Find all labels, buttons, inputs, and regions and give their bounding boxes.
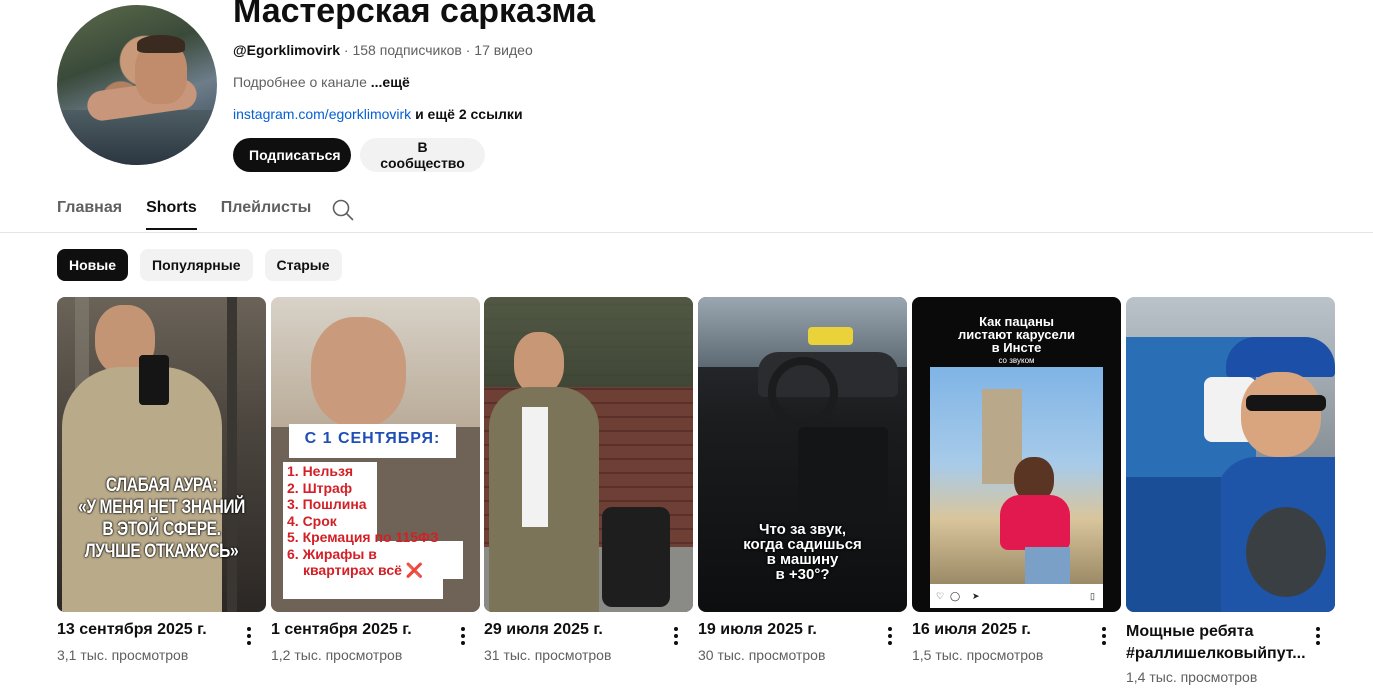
heart-icon: ♡	[936, 591, 945, 601]
short-thumbnail[interactable]: Как пацаны листают карусели в Инсте со з…	[912, 297, 1121, 612]
short-title[interactable]: 19 июля 2025 г.	[698, 621, 817, 639]
overlay-line: квартирах всё ❌	[303, 562, 424, 578]
short-title[interactable]: 16 июля 2025 г.	[912, 621, 1031, 639]
more-links[interactable]: и ещё 2 ссылки	[415, 106, 522, 122]
overlay-line: В ЭТОЙ СФЕРЕ.	[102, 519, 221, 540]
overlay-line: «У МЕНЯ НЕТ ЗНАНИЙ	[78, 497, 245, 518]
chip-oldest[interactable]: Старые	[264, 249, 342, 281]
overlay-line: СЛАБАЯ АУРА:	[105, 475, 218, 496]
more-vert-icon[interactable]	[455, 627, 471, 647]
avatar-hair	[137, 35, 185, 53]
overlay-subtitle: со звуком	[998, 356, 1035, 365]
sort-chips: Новые Популярные Старые	[57, 249, 342, 281]
short-views: 1,4 тыс. просмотров	[1126, 669, 1258, 685]
short-views: 3,1 тыс. просмотров	[57, 647, 189, 663]
short-thumbnail[interactable]	[484, 297, 693, 612]
meta-separator: ·	[343, 42, 349, 58]
overlay-line: в Инсте	[991, 340, 1042, 355]
overlay-line: 3. Пошлина	[287, 496, 367, 512]
overlay-line: когда садишься	[743, 536, 862, 553]
short-thumbnail[interactable]: С 1 СЕНТЯБРЯ: 1. Нельзя 2. Штраф 3. Пошл…	[271, 297, 480, 612]
overlay-line: 6. Жирафы в	[287, 545, 377, 562]
overlay-line: 4. Срок	[287, 512, 337, 529]
tab-home[interactable]: Главная	[57, 194, 122, 230]
about-more-link[interactable]: ...ещё	[371, 74, 410, 90]
chip-newest[interactable]: Новые	[57, 249, 129, 281]
more-vert-icon[interactable]	[668, 627, 684, 647]
overlay-line: 1. Нельзя	[287, 463, 354, 479]
short-card: 29 июля 2025 г. 31 тыс. просмотров	[484, 297, 693, 663]
instagram-link[interactable]: instagram.com/egorklimovirk	[233, 106, 411, 122]
channel-links: instagram.com/egorklimovirk и ещё 2 ссыл…	[233, 106, 523, 122]
short-title-line: #раллишелковыйпут...	[1126, 645, 1306, 662]
more-vert-icon[interactable]	[1310, 627, 1326, 647]
avatar-water	[57, 110, 217, 165]
overlay-line: в машину	[766, 551, 839, 568]
short-card: Как пацаны листают карусели в Инсте со з…	[912, 297, 1121, 663]
tabs-divider	[0, 232, 1373, 233]
short-views: 1,2 тыс. просмотров	[271, 647, 403, 663]
short-views: 31 тыс. просмотров	[484, 647, 612, 663]
channel-about[interactable]: Подробнее о канале ...ещё	[233, 74, 410, 90]
short-card: С 1 СЕНТЯБРЯ: 1. Нельзя 2. Штраф 3. Пошл…	[271, 297, 480, 663]
channel-tabs: Главная Shorts Плейлисты	[57, 194, 335, 232]
short-views: 30 тыс. просмотров	[698, 647, 826, 663]
overlay-line: Что за звук,	[758, 521, 847, 538]
short-card: Что за звук, когда садишься в машину в +…	[698, 297, 907, 663]
short-title-line: Мощные ребята	[1126, 623, 1254, 640]
short-title[interactable]: 1 сентября 2025 г.	[271, 621, 412, 639]
more-vert-icon[interactable]	[882, 627, 898, 647]
about-text: Подробнее о канале	[233, 74, 367, 90]
overlay-line: 2. Штраф	[287, 479, 353, 496]
more-vert-icon[interactable]	[1096, 627, 1112, 647]
overlay-line: ЛУЧШЕ ОТКАЖУСЬ»	[84, 541, 239, 562]
channel-meta: @Egorklimovirk · 158 подписчиков · 17 ви…	[233, 42, 533, 58]
send-icon: ➤	[972, 591, 980, 601]
tab-playlists[interactable]: Плейлисты	[221, 194, 312, 230]
channel-title: Мастерская сарказма	[233, 0, 596, 30]
overlay-line: 5. Кремация по 115ФЗ	[287, 529, 439, 545]
short-thumbnail[interactable]	[1126, 297, 1335, 612]
overlay-line: в +30°?	[775, 566, 830, 583]
channel-avatar[interactable]	[57, 5, 217, 165]
short-thumbnail[interactable]: Что за звук, когда садишься в машину в +…	[698, 297, 907, 612]
subscriber-count: 158 подписчиков	[352, 42, 462, 58]
video-count: 17 видео	[474, 42, 533, 58]
meta-separator: ·	[465, 42, 471, 58]
community-button[interactable]: В сообщество	[360, 138, 485, 172]
comment-icon: ◯	[950, 591, 961, 601]
search-icon[interactable]	[332, 199, 354, 221]
short-views: 1,5 тыс. просмотров	[912, 647, 1044, 663]
short-title[interactable]: 29 июля 2025 г.	[484, 621, 603, 639]
short-card: Мощные ребята #раллишелковыйпут... 1,4 т…	[1126, 297, 1335, 685]
chip-popular[interactable]: Популярные	[140, 249, 253, 281]
short-title[interactable]: 13 сентября 2025 г.	[57, 621, 207, 639]
short-thumbnail[interactable]: СЛАБАЯ АУРА: «У МЕНЯ НЕТ ЗНАНИЙ В ЭТОЙ С…	[57, 297, 266, 612]
short-card: СЛАБАЯ АУРА: «У МЕНЯ НЕТ ЗНАНИЙ В ЭТОЙ С…	[57, 297, 266, 663]
short-title[interactable]: Мощные ребята #раллишелковыйпут...	[1126, 621, 1306, 665]
more-vert-icon[interactable]	[241, 627, 257, 647]
tab-shorts[interactable]: Shorts	[146, 194, 197, 230]
subscribe-button[interactable]: Подписаться	[233, 138, 351, 172]
overlay-header: С 1 СЕНТЯБРЯ:	[304, 430, 441, 447]
channel-handle[interactable]: @Egorklimovirk	[233, 42, 340, 58]
bookmark-icon: ▯	[1090, 591, 1095, 601]
